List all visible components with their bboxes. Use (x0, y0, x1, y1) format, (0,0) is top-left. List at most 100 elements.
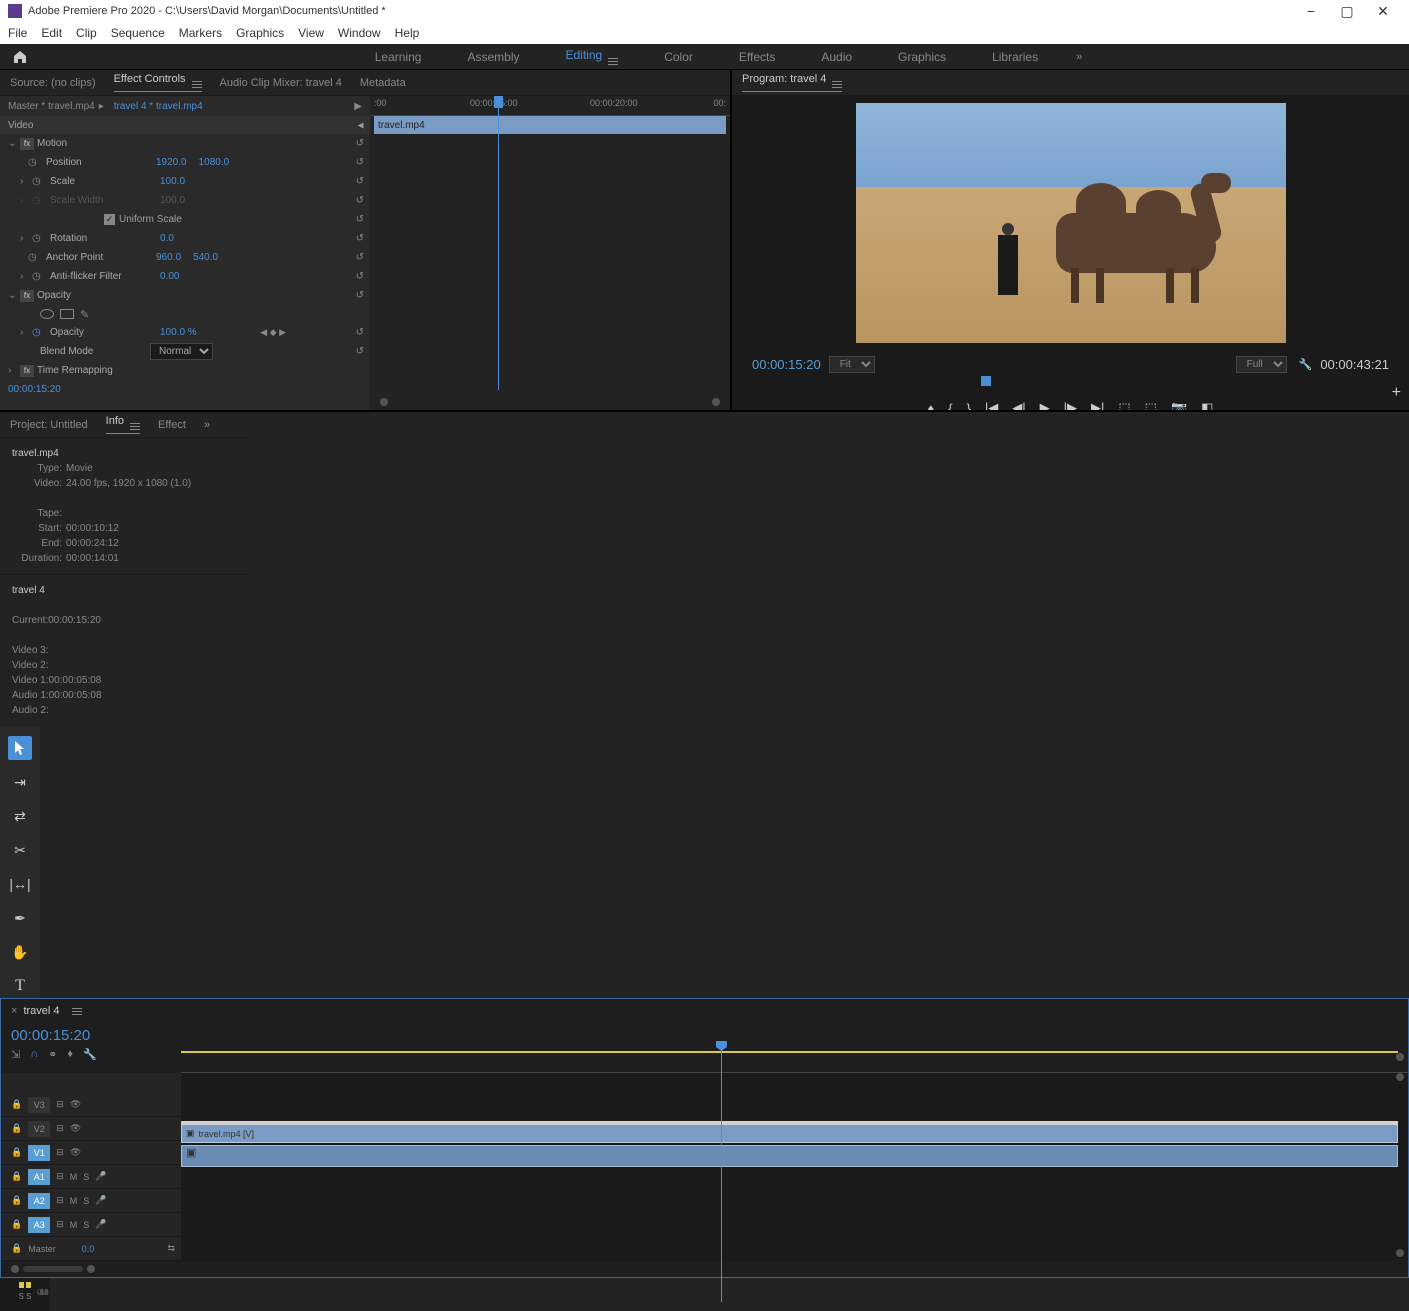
add-marker-button[interactable]: ♦ (928, 401, 935, 411)
reset-icon[interactable]: ↺ (356, 233, 364, 244)
menu-graphics[interactable]: Graphics (236, 26, 284, 40)
ellipse-mask-button[interactable] (40, 309, 54, 319)
close-button[interactable]: ✕ (1365, 1, 1401, 21)
scroll-handle[interactable] (712, 398, 720, 406)
menu-markers[interactable]: Markers (179, 26, 222, 40)
keyframe-nav[interactable]: ◀ ◆ ▶ (260, 327, 286, 338)
scroll-handle[interactable] (1396, 1249, 1404, 1257)
stopwatch-icon[interactable]: ◷ (32, 176, 46, 187)
track-v1[interactable]: V1 (28, 1145, 50, 1161)
reset-icon[interactable]: ↺ (356, 346, 364, 357)
position-x[interactable]: 1920.0 (156, 157, 187, 168)
insert-seq-icon[interactable]: ⇲ (11, 1048, 20, 1061)
reset-icon[interactable]: ↺ (356, 195, 364, 206)
target-icon[interactable]: ⊟ (56, 1099, 64, 1110)
mark-in-button[interactable]: { (948, 401, 952, 411)
target-icon[interactable]: ⊟ (56, 1219, 64, 1230)
reset-icon[interactable]: ↺ (356, 290, 364, 301)
solo-right[interactable]: S (26, 1292, 31, 1301)
uniform-scale-checkbox[interactable]: ✓ (104, 214, 115, 225)
track-a1[interactable]: A1 (28, 1169, 50, 1185)
target-icon[interactable]: ⊟ (56, 1171, 64, 1182)
tab-program[interactable]: Program: travel 4 (742, 73, 842, 92)
tab-project[interactable]: Project: Untitled (10, 419, 88, 431)
eye-icon[interactable]: 👁 (70, 1147, 81, 1158)
marker-icon[interactable]: ♦ (67, 1048, 73, 1061)
tabs-overflow[interactable]: » (204, 419, 210, 431)
hand-tool[interactable]: ✋ (8, 940, 32, 964)
ripple-edit-tool[interactable]: ⇄ (8, 804, 32, 828)
rotation-value[interactable]: 0.0 (160, 233, 174, 244)
sync-lock-icon[interactable]: ⇆ (167, 1243, 175, 1254)
menu-clip[interactable]: Clip (76, 26, 97, 40)
workspace-graphics[interactable]: Graphics (890, 46, 954, 68)
anchor-x[interactable]: 960.0 (156, 252, 181, 263)
minimize-button[interactable]: − (1293, 1, 1329, 21)
solo-left[interactable]: S (19, 1292, 24, 1301)
pen-tool[interactable]: ✒ (8, 906, 32, 930)
target-icon[interactable]: ⊟ (56, 1123, 64, 1134)
eye-icon[interactable]: 👁 (70, 1123, 81, 1134)
mute-icon[interactable]: M (70, 1220, 78, 1230)
type-tool[interactable]: T (8, 974, 32, 998)
ec-play-icon[interactable]: ▶ (354, 101, 362, 112)
target-icon[interactable]: ⊟ (56, 1147, 64, 1158)
stopwatch-icon[interactable]: ◷ (32, 271, 46, 282)
timeline-playhead[interactable] (721, 1041, 722, 1302)
menu-sequence[interactable]: Sequence (111, 26, 165, 40)
voice-icon[interactable]: 🎤 (95, 1219, 106, 1230)
fx-badge[interactable]: fx (20, 365, 34, 377)
ec-timeline-ruler[interactable]: :00 00:00:15:00 00:00:20:00 00: (370, 96, 730, 116)
step-back-button[interactable]: ◀| (1012, 400, 1025, 410)
reset-icon[interactable]: ↺ (356, 214, 364, 225)
menu-help[interactable]: Help (395, 26, 420, 40)
collapse-icon[interactable]: ▲ (356, 120, 367, 130)
razor-tool[interactable]: ✂ (8, 838, 32, 862)
mark-out-button[interactable]: } (967, 401, 971, 411)
workspace-audio[interactable]: Audio (813, 46, 860, 68)
workspace-learning[interactable]: Learning (367, 46, 430, 68)
video-clip[interactable]: ▣travel.mp4 [V] (181, 1121, 1398, 1143)
reset-icon[interactable]: ↺ (356, 271, 364, 282)
reset-icon[interactable]: ↺ (356, 327, 364, 338)
expand-icon[interactable]: ⌄ (8, 138, 20, 149)
workspace-editing[interactable]: Editing (557, 44, 626, 69)
menu-view[interactable]: View (298, 26, 324, 40)
anchor-y[interactable]: 540.0 (193, 252, 218, 263)
lift-button[interactable]: ⬚ (1118, 400, 1130, 410)
expand-icon[interactable]: › (20, 327, 32, 338)
tab-metadata[interactable]: Metadata (360, 77, 406, 89)
home-button[interactable] (0, 44, 40, 69)
zoom-handle[interactable] (87, 1265, 95, 1273)
wrench-icon[interactable]: 🔧 (1299, 358, 1313, 371)
scroll-handle[interactable] (380, 398, 388, 406)
timeline-timecode[interactable]: 00:00:15:20 (11, 1027, 171, 1044)
lock-icon[interactable]: 🔒 (11, 1171, 22, 1182)
track-a2[interactable]: A2 (28, 1193, 50, 1209)
selection-tool[interactable] (8, 736, 32, 760)
scroll-handle[interactable] (1396, 1053, 1404, 1061)
solo-icon[interactable]: S (83, 1172, 89, 1182)
audio-clip[interactable]: ▣ (181, 1145, 1398, 1167)
play-button[interactable]: ▶ (1040, 400, 1050, 410)
stopwatch-icon[interactable]: ◷ (32, 327, 46, 338)
workspace-libraries[interactable]: Libraries (984, 46, 1046, 68)
lock-icon[interactable]: 🔒 (11, 1147, 22, 1158)
program-timecode[interactable]: 00:00:15:20 (752, 357, 821, 372)
fx-badge[interactable]: fx (20, 290, 34, 302)
ec-clip-bar[interactable]: travel.mp4 (374, 116, 726, 134)
export-frame-button[interactable]: 📷 (1171, 400, 1187, 410)
lock-icon[interactable]: 🔒 (11, 1243, 22, 1254)
workspace-assembly[interactable]: Assembly (459, 46, 527, 68)
workspace-overflow[interactable]: » (1076, 51, 1082, 63)
stopwatch-icon[interactable]: ◷ (32, 233, 46, 244)
ec-current-time[interactable]: 00:00:15:20 (0, 380, 370, 398)
workspace-effects[interactable]: Effects (731, 46, 783, 68)
ec-clip-path[interactable]: travel 4 * travel.mp4 (114, 101, 203, 112)
tab-info[interactable]: Info (106, 415, 140, 434)
maximize-button[interactable]: ▢ (1329, 1, 1365, 21)
scrubber-playhead[interactable] (981, 376, 991, 386)
track-select-tool[interactable]: ⇥ (8, 770, 32, 794)
expand-icon[interactable]: › (20, 233, 32, 244)
menu-edit[interactable]: Edit (41, 26, 62, 40)
